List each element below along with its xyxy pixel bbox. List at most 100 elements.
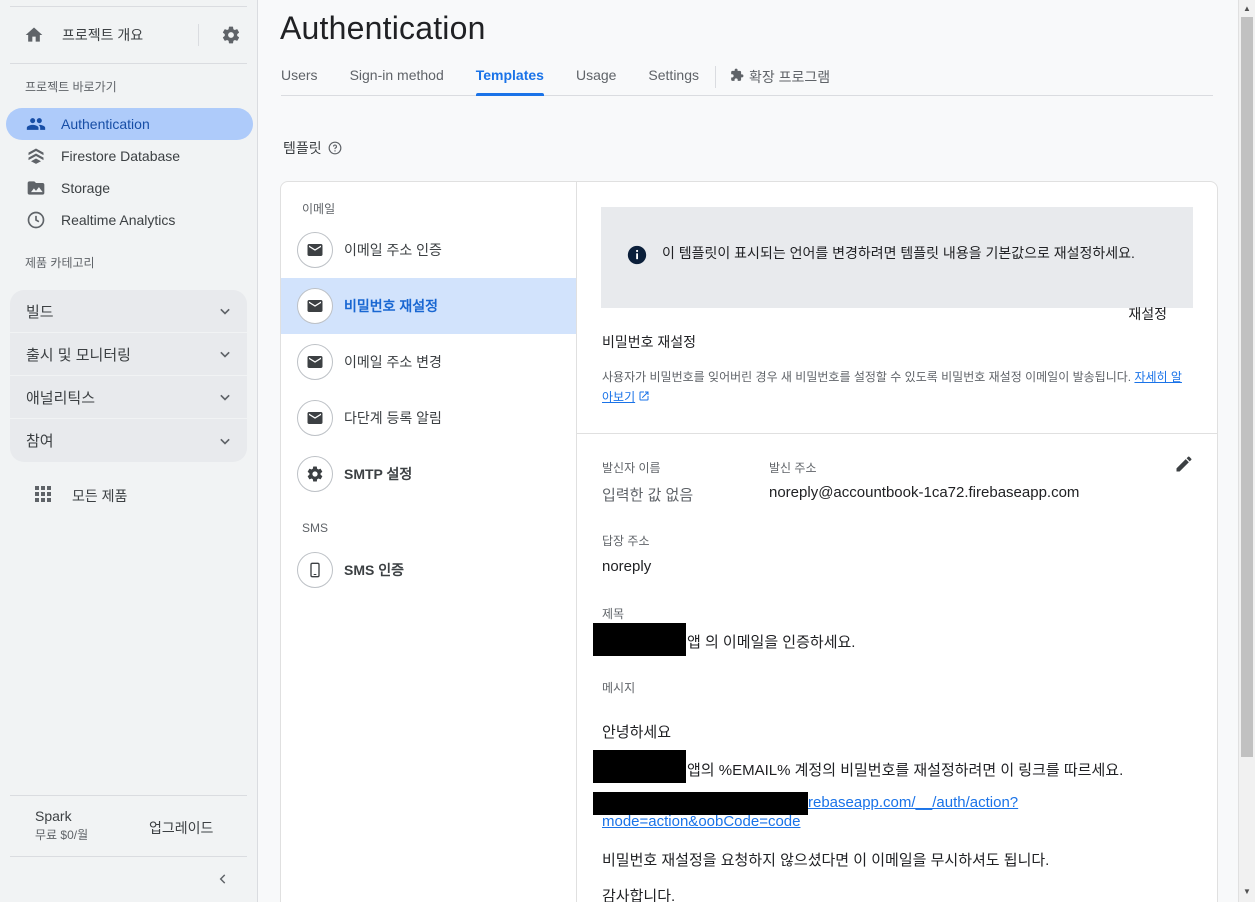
all-products-label: 모든 제품 <box>72 487 128 504</box>
template-sms-verification[interactable]: SMS 인증 <box>281 542 576 598</box>
message-thanks: 감사합니다. <box>602 888 676 902</box>
sidebar-item-storage[interactable]: Storage <box>6 172 253 204</box>
sender-name-label: 발신자 이름 <box>602 461 661 475</box>
template-description-text: 사용자가 비밀번호를 잊어버린 경우 새 비밀번호를 설정할 수 있도록 비밀번… <box>602 370 1132 384</box>
template-label: SMS 인증 <box>344 562 404 578</box>
message-ignore: 비밀번호 재설정을 요청하지 않으셨다면 이 이메일을 무시하셔도 됩니다. <box>602 852 1050 869</box>
plan-info: Spark 무료 $0/월 <box>35 808 88 843</box>
sidebar-item-label: Realtime Analytics <box>61 212 176 228</box>
email-group-label: 이메일 <box>302 202 336 216</box>
all-products-link[interactable]: 모든 제품 <box>34 485 127 506</box>
reply-to-label: 답장 주소 <box>602 534 650 548</box>
category-analytics[interactable]: 애널리틱스 <box>10 376 247 419</box>
template-mfa-enrollment[interactable]: 다단계 등록 알림 <box>281 390 576 446</box>
sidebar-item-label: Firestore Database <box>61 148 181 164</box>
redacted-link-prefix <box>593 792 808 815</box>
template-label: 비밀번호 재설정 <box>344 298 439 314</box>
plan-name: Spark <box>35 808 72 824</box>
reply-to-value: noreply <box>602 558 652 575</box>
scroll-up-arrow-icon[interactable]: ▲ <box>1243 4 1251 13</box>
extensions-label: 확장 프로그램 <box>749 69 831 85</box>
chevron-down-icon <box>215 301 239 321</box>
sidebar-item-firestore[interactable]: Firestore Database <box>6 140 253 172</box>
category-build[interactable]: 빌드 <box>10 290 247 333</box>
info-icon <box>627 245 647 270</box>
category-label: 출시 및 모니터링 <box>26 346 131 364</box>
template-label: 이메일 주소 인증 <box>344 242 442 258</box>
tab-bar: Users Sign-in method Templates Usage Set… <box>281 62 1213 96</box>
template-password-reset[interactable]: 비밀번호 재설정 <box>281 278 576 334</box>
language-notice: 이 템플릿이 표시되는 언어를 변경하려면 템플릿 내용을 기본값으로 재설정하… <box>601 207 1193 322</box>
tab-divider <box>715 66 717 88</box>
tab-templates[interactable]: Templates <box>475 62 545 96</box>
gear-icon <box>297 456 333 492</box>
edit-pencil-icon[interactable] <box>1174 454 1194 479</box>
template-detail: 이 템플릿이 표시되는 언어를 변경하려면 템플릿 내용을 기본값으로 재설정하… <box>577 182 1217 902</box>
template-list: 이메일 이메일 주소 인증 비밀번호 재설정 이메일 주소 변경 다단계 등록 … <box>281 182 577 902</box>
open-in-new-icon <box>638 390 650 404</box>
scroll-down-arrow-icon[interactable]: ▼ <box>1243 887 1251 896</box>
collapse-sidebar-icon[interactable] <box>214 870 232 888</box>
category-engage[interactable]: 참여 <box>10 419 247 462</box>
tab-users[interactable]: Users <box>281 62 318 96</box>
category-label: 빌드 <box>26 303 54 321</box>
template-email-verification[interactable]: 이메일 주소 인증 <box>281 222 576 278</box>
sidebar-item-realtime-analytics[interactable]: Realtime Analytics <box>6 204 253 236</box>
detail-divider <box>577 433 1217 434</box>
project-overview[interactable]: 프로젝트 개요 <box>10 18 247 52</box>
page-title: Authentication <box>280 10 486 46</box>
mail-icon <box>297 344 333 380</box>
phone-icon <box>297 552 333 588</box>
firestore-icon <box>24 146 48 166</box>
sidebar-divider <box>10 856 247 857</box>
categories-title: 제품 카테고리 <box>25 256 95 270</box>
main-content: Authentication Users Sign-in method Temp… <box>258 0 1238 902</box>
templates-heading: 템플릿 <box>283 138 342 158</box>
template-smtp-settings[interactable]: SMTP 설정 <box>281 446 576 502</box>
template-label: 이메일 주소 변경 <box>344 354 442 370</box>
tab-sign-in-method[interactable]: Sign-in method <box>350 62 444 96</box>
template-description: 사용자가 비밀번호를 잊어버린 경우 새 비밀번호를 설정할 수 있도록 비밀번… <box>602 367 1192 407</box>
category-release-monitoring[interactable]: 출시 및 모니터링 <box>10 333 247 376</box>
plan-price: 무료 $0/월 <box>35 828 89 842</box>
subject-label: 제목 <box>602 607 625 621</box>
template-label: 다단계 등록 알림 <box>344 410 442 426</box>
shortcuts-title: 프로젝트 바로가기 <box>25 80 117 94</box>
chevron-down-icon <box>215 344 239 364</box>
reset-link-line-1[interactable]: rebaseapp.com/__/auth/action? <box>808 794 1018 811</box>
extension-icon <box>730 68 744 85</box>
upgrade-button[interactable]: 업그레이드 <box>149 818 213 838</box>
reset-link-line-2[interactable]: mode=action&oobCode=code <box>602 813 801 830</box>
home-icon <box>24 25 52 45</box>
message-greeting: 안녕하세요 <box>602 724 672 741</box>
template-email-change[interactable]: 이메일 주소 변경 <box>281 334 576 390</box>
mail-icon <box>297 232 333 268</box>
apps-grid-icon <box>34 485 54 506</box>
tab-settings[interactable]: Settings <box>648 62 699 96</box>
notice-message: 이 템플릿이 표시되는 언어를 변경하려면 템플릿 내용을 기본값으로 재설정하… <box>662 245 1135 261</box>
help-icon[interactable] <box>328 141 342 155</box>
tab-extensions[interactable]: 확장 프로그램 <box>730 62 830 87</box>
tab-usage[interactable]: Usage <box>576 62 616 96</box>
sender-name-value: 입력한 값 없음 <box>602 487 694 504</box>
category-label: 애널리틱스 <box>26 389 96 407</box>
sidebar-divider <box>10 63 247 64</box>
settings-gear-icon[interactable] <box>221 25 241 45</box>
sidebar: 프로젝트 개요 프로젝트 바로가기 Authentication Firesto… <box>0 0 258 902</box>
mail-icon <box>297 288 333 324</box>
sidebar-top-divider <box>10 6 247 7</box>
template-label: SMTP 설정 <box>344 466 413 482</box>
chevron-down-icon <box>215 431 239 451</box>
template-name: 비밀번호 재설정 <box>602 334 697 350</box>
reset-button[interactable]: 재설정 <box>1128 304 1167 324</box>
page-scrollbar[interactable]: ▲ ▼ <box>1238 0 1255 902</box>
chevron-down-icon <box>215 387 239 407</box>
sidebar-item-authentication[interactable]: Authentication <box>6 108 253 140</box>
people-icon <box>24 114 48 134</box>
scrollbar-thumb[interactable] <box>1241 17 1253 757</box>
subject-value: 앱 의 이메일을 인증하세요. <box>687 634 856 651</box>
message-body: 앱의 %EMAIL% 계정의 비밀번호를 재설정하려면 이 링크를 따르세요. <box>687 762 1124 779</box>
redacted-app-name <box>593 623 686 656</box>
templates-heading-label: 템플릿 <box>283 140 322 156</box>
sidebar-item-label: Storage <box>61 180 111 196</box>
